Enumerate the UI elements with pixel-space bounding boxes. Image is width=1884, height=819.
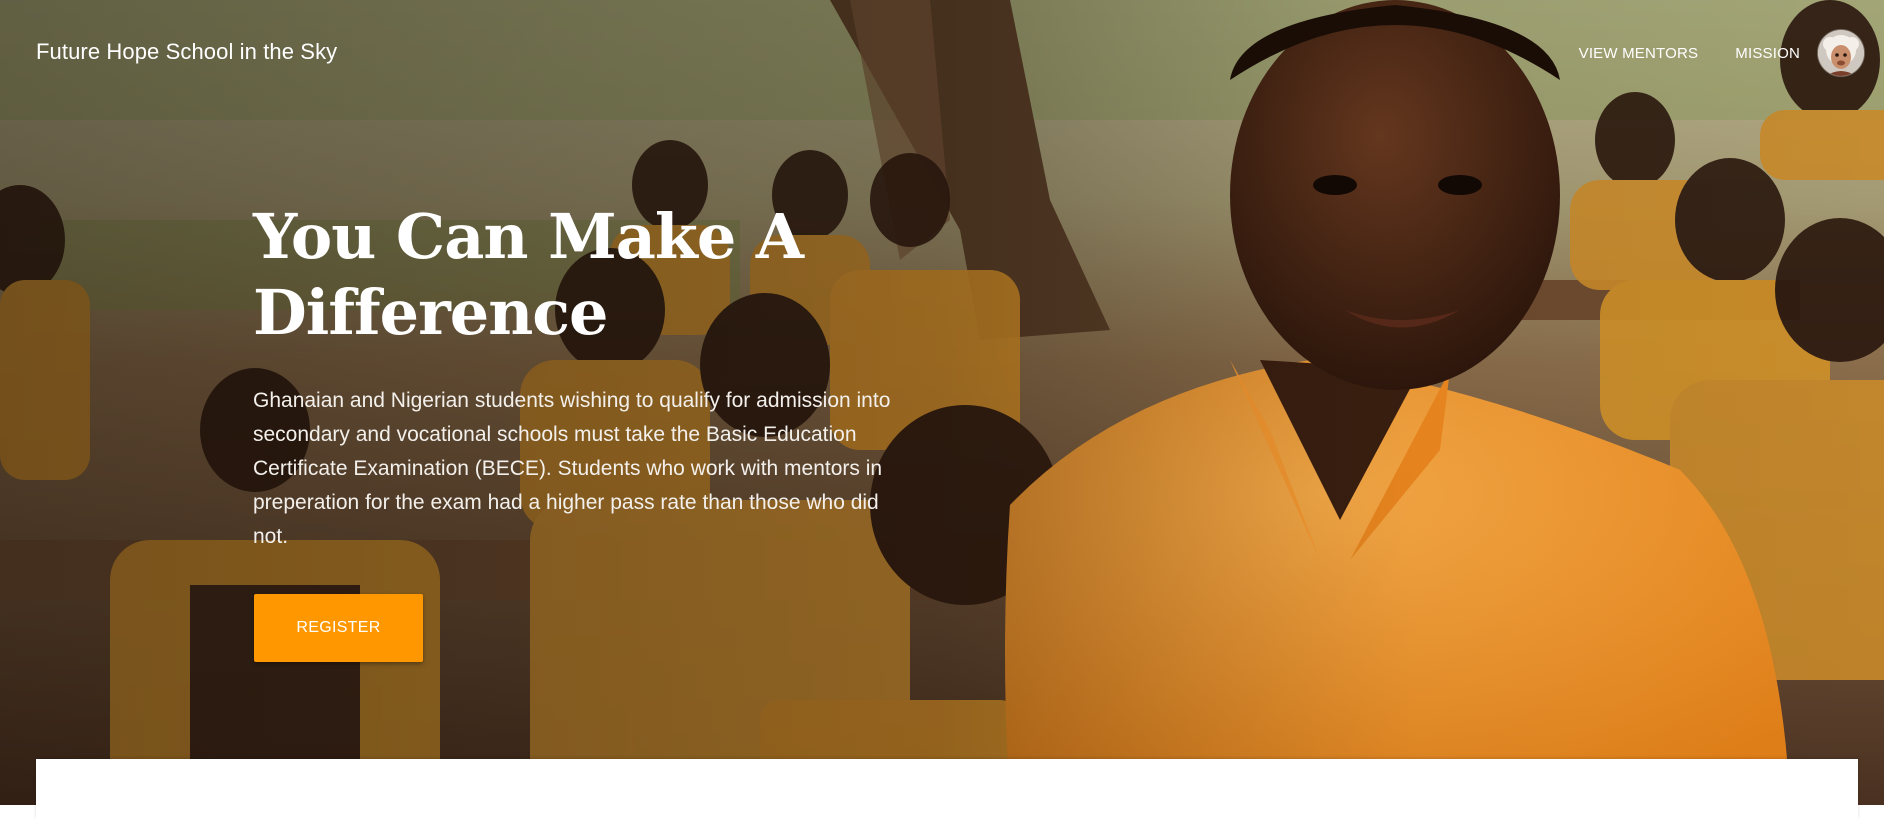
hero-section: Future Hope School in the Sky VIEW MENTO…	[0, 0, 1884, 805]
hero-title: You Can Make A Difference	[253, 200, 804, 349]
hero-content: You Can Make A Difference Ghanaian and N…	[253, 199, 933, 554]
nav-mission-link[interactable]: MISSION	[1735, 45, 1800, 62]
avatar-sheep-icon	[1818, 30, 1864, 76]
hero-description: Ghanaian and Nigerian students wishing t…	[253, 389, 891, 548]
brand-link[interactable]: Future Hope School in the Sky	[36, 39, 337, 65]
register-button[interactable]: REGISTER	[254, 594, 423, 662]
content-card	[36, 759, 1858, 819]
user-avatar[interactable]	[1818, 30, 1864, 76]
top-nav: VIEW MENTORS MISSION	[1579, 30, 1864, 76]
nav-view-mentors-link[interactable]: VIEW MENTORS	[1579, 45, 1699, 62]
